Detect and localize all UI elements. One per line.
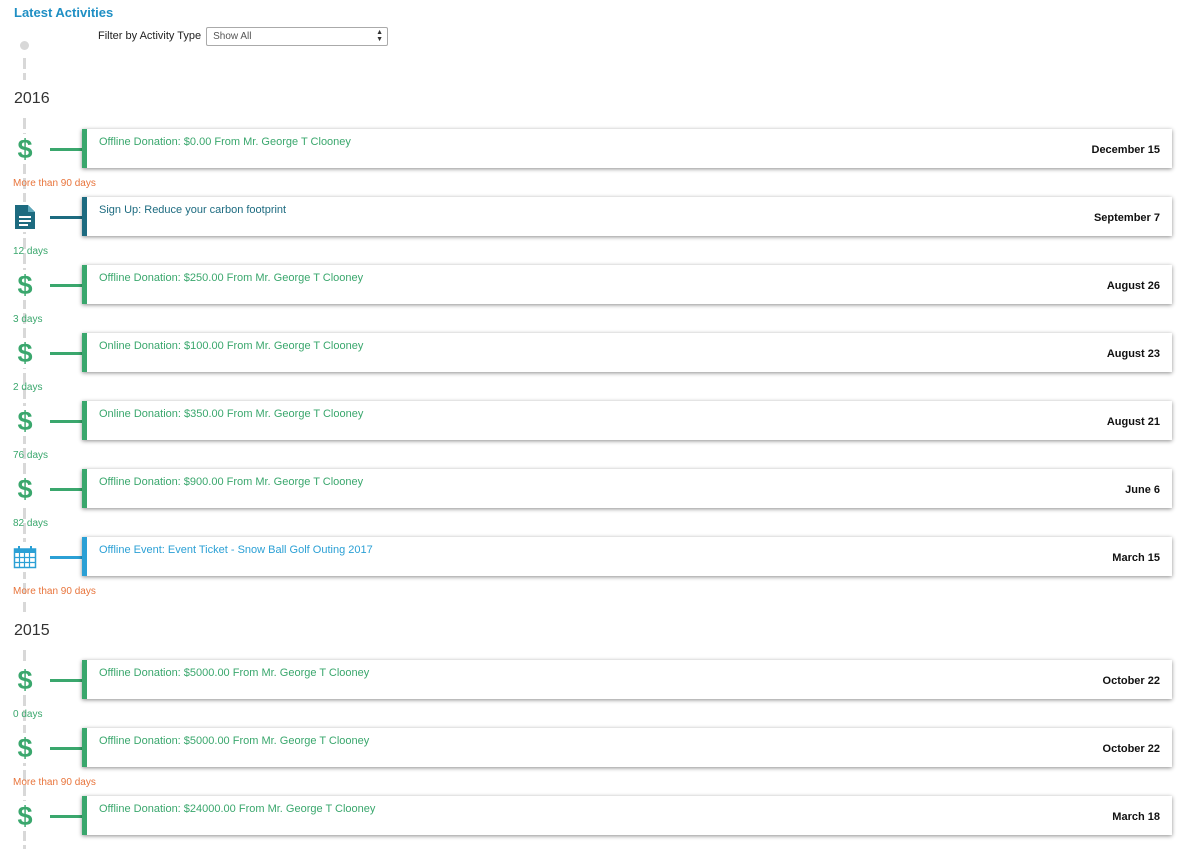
activity-title[interactable]: Offline Event: Event Ticket - Snow Ball … bbox=[99, 544, 373, 556]
activity-title[interactable]: Offline Donation: $0.00 From Mr. George … bbox=[99, 136, 351, 148]
dollar-glyph: $ bbox=[17, 269, 33, 300]
timeline-connector bbox=[50, 216, 82, 219]
time-gap-label: 0 days bbox=[13, 709, 43, 720]
activity-date: June 6 bbox=[1125, 484, 1160, 496]
timeline-connector bbox=[50, 420, 82, 423]
dollar-glyph: $ bbox=[17, 337, 33, 368]
document-icon bbox=[12, 202, 38, 232]
select-arrows-icon: ▲ ▼ bbox=[376, 28, 384, 43]
activity-title[interactable]: Online Donation: $100.00 From Mr. George… bbox=[99, 340, 363, 352]
activity-card[interactable]: Offline Donation: $5000.00 From Mr. Geor… bbox=[82, 660, 1172, 699]
time-gap-label: 2 days bbox=[13, 382, 43, 393]
dollar-glyph: $ bbox=[17, 664, 33, 695]
activity-card[interactable]: Offline Donation: $24000.00 From Mr. Geo… bbox=[82, 796, 1172, 835]
activity-date: October 22 bbox=[1102, 675, 1160, 687]
activity-title[interactable]: Offline Donation: $5000.00 From Mr. Geor… bbox=[99, 735, 369, 747]
activity-card[interactable]: Online Donation: $350.00 From Mr. George… bbox=[82, 401, 1172, 440]
timeline-connector bbox=[50, 679, 82, 682]
dollar-icon: $ bbox=[12, 406, 38, 436]
dollar-icon: $ bbox=[12, 665, 38, 695]
activity-card[interactable]: Offline Event: Event Ticket - Snow Ball … bbox=[82, 537, 1172, 576]
dollar-glyph: $ bbox=[17, 405, 33, 436]
dollar-glyph: $ bbox=[17, 732, 33, 763]
timeline-connector bbox=[50, 747, 82, 750]
dollar-icon: $ bbox=[12, 474, 38, 504]
activity-date: October 22 bbox=[1102, 743, 1160, 755]
filter-selected-value: Show All bbox=[213, 30, 252, 42]
activity-date: March 15 bbox=[1112, 552, 1160, 564]
time-gap-label: More than 90 days bbox=[13, 178, 96, 189]
time-gap-label: 3 days bbox=[13, 314, 43, 325]
activity-title[interactable]: Offline Donation: $24000.00 From Mr. Geo… bbox=[99, 803, 375, 815]
timeline-start-dot bbox=[20, 41, 29, 50]
timeline-segment bbox=[23, 58, 26, 80]
timeline-connector bbox=[50, 556, 82, 559]
year-heading: 2015 bbox=[14, 622, 50, 639]
activity-title[interactable]: Sign Up: Reduce your carbon footprint bbox=[99, 204, 286, 216]
activity-card[interactable]: Online Donation: $100.00 From Mr. George… bbox=[82, 333, 1172, 372]
dollar-glyph: $ bbox=[17, 473, 33, 504]
activity-title[interactable]: Offline Donation: $5000.00 From Mr. Geor… bbox=[99, 667, 369, 679]
dollar-glyph: $ bbox=[17, 133, 33, 164]
dollar-icon: $ bbox=[12, 134, 38, 164]
activity-card[interactable]: Offline Donation: $900.00 From Mr. Georg… bbox=[82, 469, 1172, 508]
timeline-connector bbox=[50, 148, 82, 151]
activity-type-select[interactable]: Show All ▲ ▼ bbox=[206, 26, 389, 46]
dollar-icon: $ bbox=[12, 801, 38, 831]
timeline-connector bbox=[50, 284, 82, 287]
dollar-icon: $ bbox=[12, 733, 38, 763]
activity-date: August 21 bbox=[1106, 416, 1160, 428]
timeline-connector bbox=[50, 815, 82, 818]
page-title: Latest Activities bbox=[14, 5, 114, 20]
activity-date: March 18 bbox=[1112, 811, 1160, 823]
activity-date: August 23 bbox=[1106, 348, 1160, 360]
dollar-icon: $ bbox=[12, 270, 38, 300]
calendar-icon bbox=[12, 542, 38, 572]
dollar-icon: $ bbox=[12, 338, 38, 368]
filter-label: Filter by Activity Type bbox=[98, 30, 202, 42]
timeline-segment bbox=[23, 602, 26, 612]
timeline-connector bbox=[50, 352, 82, 355]
activity-card[interactable]: Offline Donation: $250.00 From Mr. Georg… bbox=[82, 265, 1172, 304]
activity-date: December 15 bbox=[1091, 144, 1161, 156]
time-gap-label: 76 days bbox=[13, 450, 49, 461]
activity-card[interactable]: Offline Donation: $5000.00 From Mr. Geor… bbox=[82, 728, 1172, 767]
activity-title[interactable]: Online Donation: $350.00 From Mr. George… bbox=[99, 408, 363, 420]
activity-type-filter: Filter by Activity Type Show All ▲ ▼ bbox=[98, 26, 389, 46]
activity-card[interactable]: Offline Donation: $0.00 From Mr. George … bbox=[82, 129, 1172, 168]
activity-card[interactable]: Sign Up: Reduce your carbon footprint Sep… bbox=[82, 197, 1172, 236]
time-gap-label: 12 days bbox=[13, 246, 49, 257]
time-gap-label: More than 90 days bbox=[13, 586, 96, 597]
activity-title[interactable]: Offline Donation: $900.00 From Mr. Georg… bbox=[99, 476, 363, 488]
year-heading: 2016 bbox=[14, 90, 50, 107]
dollar-glyph: $ bbox=[17, 800, 33, 831]
activity-title[interactable]: Offline Donation: $250.00 From Mr. Georg… bbox=[99, 272, 363, 284]
time-gap-label: 82 days bbox=[13, 518, 49, 529]
time-gap-label: More than 90 days bbox=[13, 777, 96, 788]
activity-date: August 26 bbox=[1106, 280, 1160, 292]
activity-date: September 7 bbox=[1093, 212, 1160, 224]
timeline-connector bbox=[50, 488, 82, 491]
